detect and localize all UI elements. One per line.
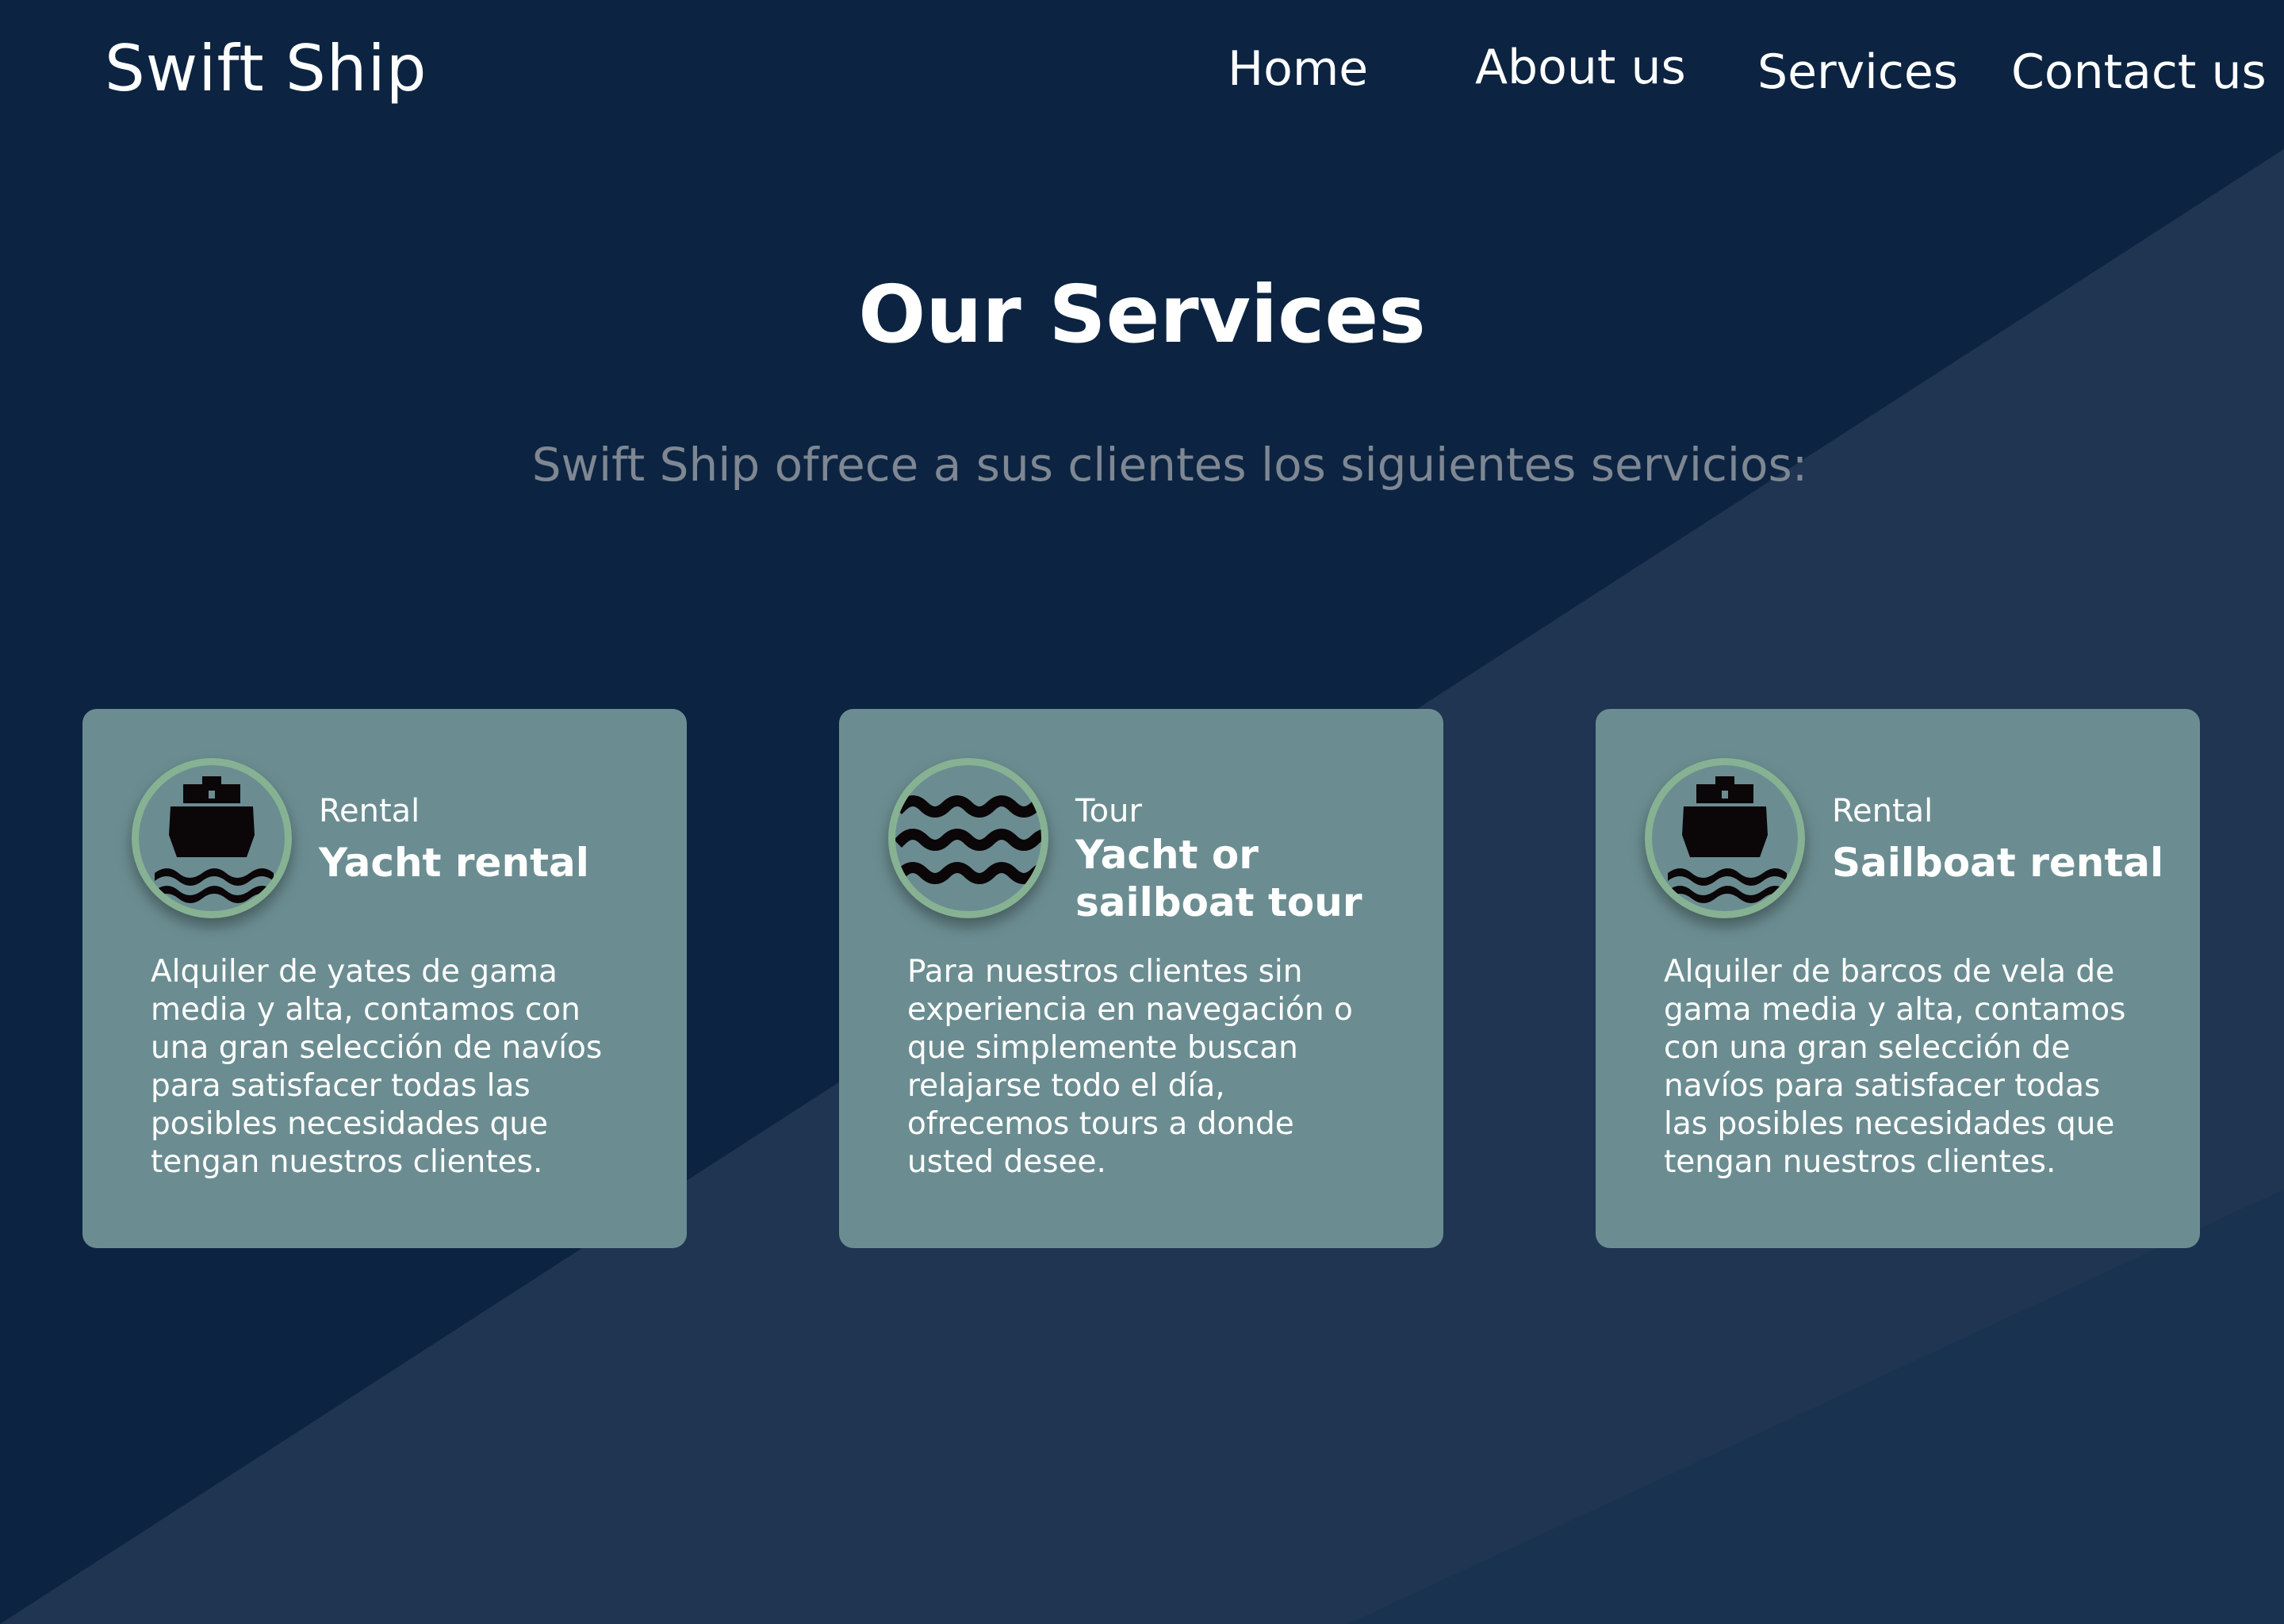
waves-icon	[888, 758, 1048, 918]
card-title: Yacht or sailboat tour	[1075, 832, 1362, 925]
card-description: Alquiler de barcos de vela de gama media…	[1664, 954, 2126, 1180]
card-description: Alquiler de yates de gama media y alta, …	[151, 954, 603, 1180]
page-subtitle: Swift Ship ofrece a sus clientes los sig…	[531, 438, 1808, 492]
ship-icon	[132, 758, 292, 918]
page-title: Our Services	[858, 268, 1426, 361]
nav-home[interactable]: Home	[1228, 41, 1368, 97]
card-category: Tour	[1075, 793, 1142, 829]
main-nav: Home About us Services Contact us	[0, 40, 2284, 105]
nav-contact-us[interactable]: Contact us	[2011, 44, 2267, 100]
service-card-yacht-rental: Rental Yacht rental Alquiler de yates de…	[82, 709, 687, 1248]
ship-icon	[1645, 758, 1805, 918]
card-description: Para nuestros clientes sin experiencia e…	[907, 954, 1353, 1180]
card-title: Sailboat rental	[1832, 840, 2164, 886]
card-title: Yacht rental	[319, 840, 589, 886]
nav-services[interactable]: Services	[1757, 44, 1958, 100]
service-card-tour: Tour Yacht or sailboat tour Para nuestro…	[839, 709, 1443, 1248]
nav-about-us[interactable]: About us	[1475, 40, 1686, 95]
card-category: Rental	[319, 793, 420, 829]
card-category: Rental	[1832, 793, 1933, 829]
service-card-sailboat-rental: Rental Sailboat rental Alquiler de barco…	[1596, 709, 2200, 1248]
